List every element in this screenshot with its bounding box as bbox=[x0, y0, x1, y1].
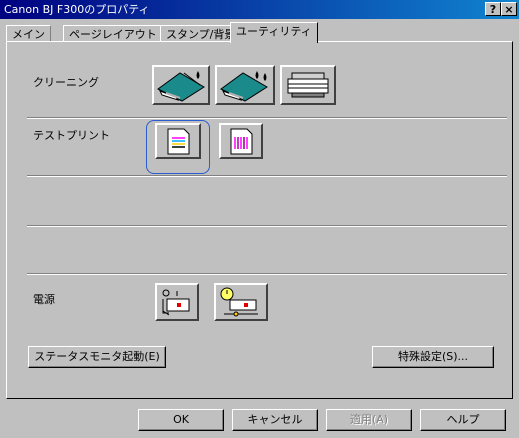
tab-main[interactable]: メイン bbox=[6, 25, 51, 42]
title-bar: Canon BJ F300のプロパティ bbox=[0, 0, 519, 19]
nozzle-check-icon bbox=[167, 128, 190, 155]
head-alignment-button[interactable] bbox=[280, 65, 336, 105]
test-print-label: テストプリント bbox=[33, 129, 110, 142]
power-off-icon bbox=[162, 289, 190, 316]
deep-cleaning-icon bbox=[220, 71, 268, 102]
separator bbox=[27, 225, 507, 227]
separator bbox=[27, 273, 507, 275]
close-button[interactable]: × bbox=[501, 2, 517, 16]
tab-utility[interactable]: ユーティリティ bbox=[230, 22, 318, 43]
help-title-button[interactable]: ? bbox=[485, 2, 501, 16]
print-head-alignment-icon bbox=[230, 128, 253, 155]
print-head-alignment-button[interactable] bbox=[219, 123, 263, 159]
separator bbox=[27, 175, 507, 177]
special-settings-button[interactable]: 特殊設定(S)... bbox=[372, 346, 494, 368]
auto-power-button[interactable] bbox=[214, 283, 268, 321]
power-off-button[interactable] bbox=[155, 283, 199, 321]
auto-power-icon bbox=[220, 287, 258, 317]
separator bbox=[27, 117, 507, 119]
cleaning-button[interactable] bbox=[152, 65, 210, 105]
apply-button[interactable]: 適用(A) bbox=[326, 409, 412, 431]
utility-panel: クリーニング テストプリント 電源 ステータスモニタ起動(E) 特殊設定(S).… bbox=[6, 41, 513, 399]
help-button[interactable]: ヘルプ bbox=[420, 409, 506, 431]
status-monitor-button[interactable]: ステータスモニタ起動(E) bbox=[28, 346, 166, 368]
window-title: Canon BJ F300のプロパティ bbox=[4, 3, 150, 16]
cancel-button[interactable]: キャンセル bbox=[232, 409, 318, 431]
cleaning-icon bbox=[157, 71, 205, 102]
power-label: 電源 bbox=[33, 293, 55, 306]
deep-cleaning-button[interactable] bbox=[215, 65, 275, 105]
head-alignment-icon bbox=[287, 72, 329, 98]
nozzle-check-button[interactable] bbox=[155, 123, 201, 159]
cleaning-label: クリーニング bbox=[33, 76, 99, 89]
ok-button[interactable]: OK bbox=[138, 409, 224, 431]
tab-page-layout[interactable]: ページレイアウト bbox=[63, 25, 163, 42]
